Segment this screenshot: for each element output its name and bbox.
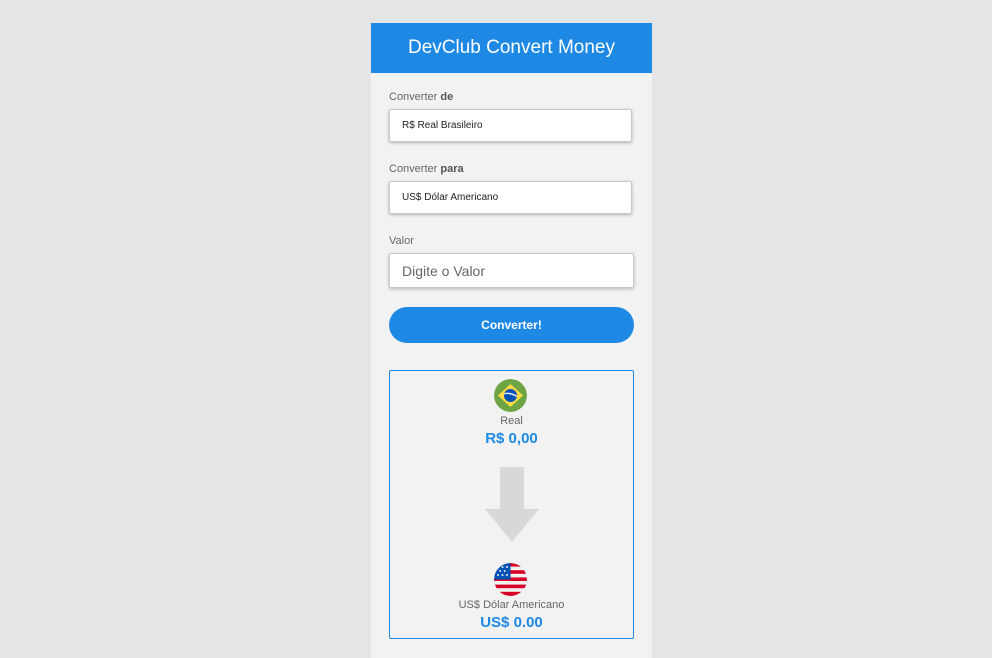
from-currency-amount: R$ 0,00: [485, 430, 538, 447]
convert-button[interactable]: Converter!: [389, 307, 634, 343]
to-currency-amount: US$ 0.00: [480, 614, 543, 631]
brazil-flag-icon: [494, 379, 527, 412]
from-currency-label: Converter de: [389, 91, 454, 103]
app-header: DevClub Convert Money: [371, 23, 652, 73]
to-currency-value: US$ Dólar Americano: [402, 192, 499, 203]
from-currency-select[interactable]: R$ Real Brasileiro: [389, 109, 632, 142]
app-title: DevClub Convert Money: [408, 37, 615, 58]
from-currency-name: Real: [500, 415, 523, 427]
amount-label: Valor: [389, 235, 414, 247]
result-panel: Real R$ 0,00 US$ Dólar Americano US$ 0.0…: [389, 370, 634, 639]
usa-flag-icon: [494, 563, 527, 596]
to-currency-name: US$ Dólar Americano: [458, 599, 565, 611]
converter-card: DevClub Convert Money Converter de R$ Re…: [371, 23, 652, 658]
from-currency-value: R$ Real Brasileiro: [402, 120, 483, 131]
to-currency-select[interactable]: US$ Dólar Americano: [389, 181, 632, 214]
arrow-down-icon: [485, 467, 539, 542]
amount-input[interactable]: [389, 253, 634, 288]
to-currency-label: Converter para: [389, 163, 464, 175]
